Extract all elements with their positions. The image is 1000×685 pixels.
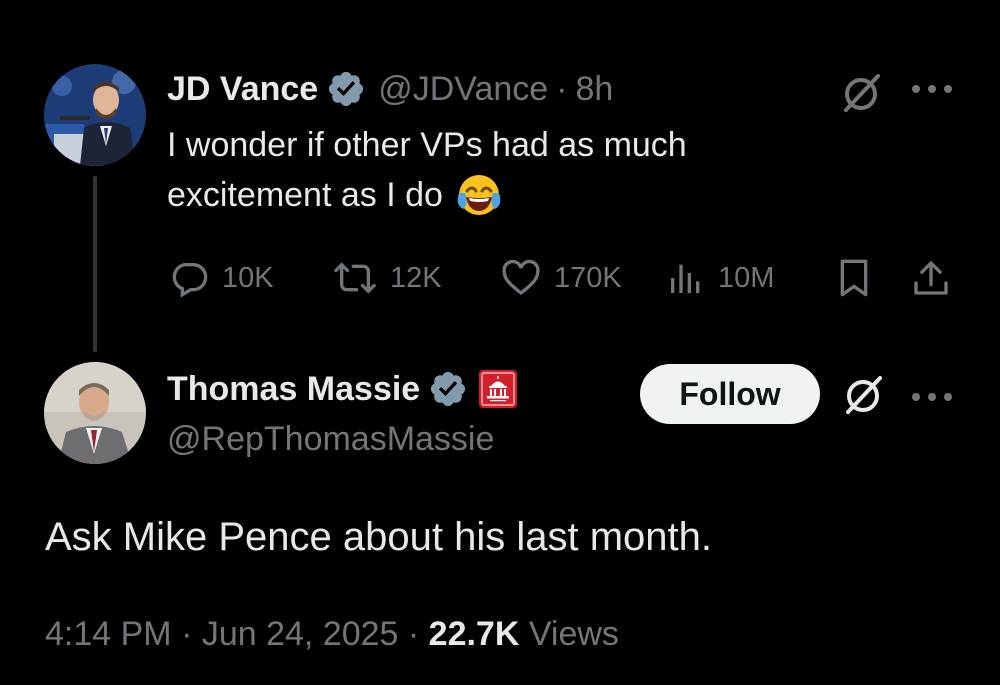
- follow-button[interactable]: Follow: [640, 364, 820, 424]
- views-icon: [671, 264, 700, 293]
- jd-vance-avatar[interactable]: [44, 64, 146, 166]
- reply-tweet-header: Thomas Massie: [167, 366, 518, 412]
- author-handle[interactable]: @JDVance: [378, 70, 548, 109]
- original-tweet-header: JD Vance @JDVance · 8h: [167, 66, 613, 112]
- tweet-text-line-2: excitement as I do: [167, 176, 443, 214]
- us-capitol-badge-icon[interactable]: [478, 369, 518, 409]
- original-tweet-text: I wonder if other VPs had as much excite…: [167, 120, 687, 220]
- tweet-text-line-1: I wonder if other VPs had as much: [167, 126, 687, 164]
- reply-icon: [172, 263, 208, 298]
- post-timestamp[interactable]: 4:14 PM · Jun 24, 2025 ·: [45, 615, 429, 653]
- repost-count: 12K: [390, 261, 442, 294]
- like-icon: [502, 259, 540, 296]
- like-count: 170K: [554, 261, 622, 294]
- author-name[interactable]: JD Vance: [167, 70, 318, 109]
- reply-count: 10K: [222, 261, 274, 294]
- reply-author-name[interactable]: Thomas Massie: [167, 370, 420, 409]
- like-action[interactable]: 170K: [500, 256, 622, 300]
- verified-badge-icon: [326, 69, 366, 109]
- more-icon[interactable]: [910, 82, 954, 100]
- grok-icon[interactable]: [838, 70, 884, 121]
- bookmark-action[interactable]: [836, 256, 872, 300]
- reply-author-handle[interactable]: @RepThomasMassie: [167, 420, 494, 459]
- reply-action[interactable]: 10K: [168, 256, 274, 300]
- post-views-count: 22.7K: [428, 615, 520, 653]
- header-separator: ·: [556, 69, 568, 108]
- bookmark-icon: [840, 259, 868, 297]
- tears-of-joy-emoji: [455, 171, 503, 219]
- repost-icon: [334, 263, 376, 293]
- more-icon[interactable]: [910, 390, 954, 408]
- views-count: 10M: [718, 261, 775, 294]
- thread-line: [93, 176, 97, 352]
- grok-icon[interactable]: [840, 372, 886, 423]
- thomas-massie-avatar[interactable]: [44, 362, 146, 464]
- post-metadata: 4:14 PM · Jun 24, 2025 · 22.7K Views: [45, 615, 619, 654]
- share-icon: [914, 261, 948, 295]
- share-action[interactable]: [912, 256, 950, 300]
- post-time[interactable]: 8h: [576, 70, 614, 109]
- post-views-label: Views: [519, 615, 619, 653]
- repost-action[interactable]: 12K: [332, 256, 442, 300]
- views-action[interactable]: 10M: [666, 256, 774, 300]
- reply-tweet-text: Ask Mike Pence about his last month.: [45, 515, 712, 559]
- verified-badge-icon: [428, 369, 468, 409]
